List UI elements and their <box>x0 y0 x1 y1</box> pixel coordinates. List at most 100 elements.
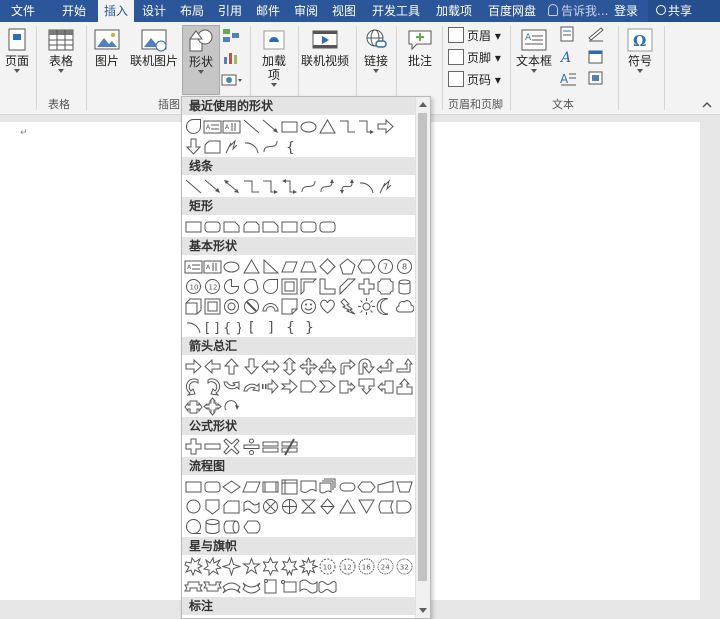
shape-bevel-icon[interactable] <box>203 297 222 316</box>
shape-curvedbl-icon[interactable] <box>338 177 357 196</box>
shape-textbox-icon[interactable]: A <box>184 257 203 276</box>
tell-me-box[interactable]: 告诉我... <box>548 0 608 22</box>
shape-n7-icon[interactable]: 7 <box>376 257 395 276</box>
tab-insert[interactable]: 插入 <box>98 0 134 24</box>
shape-wave-icon[interactable] <box>299 577 318 596</box>
shape-fc-manualop-icon[interactable] <box>395 477 414 496</box>
shape-snip-icon[interactable] <box>261 217 280 236</box>
shape-fc-delay-icon[interactable] <box>395 497 414 516</box>
screenshot-button[interactable] <box>220 71 244 89</box>
chart-button[interactable] <box>220 49 242 67</box>
shape-trap-icon[interactable] <box>299 257 318 276</box>
tab-layout[interactable]: 布局 <box>176 0 208 22</box>
shape-scribble-icon[interactable] <box>222 137 241 156</box>
shape-gear12-icon[interactable]: 12 <box>338 557 357 576</box>
shape-lbrace-icon[interactable]: { <box>280 317 299 336</box>
shape-elbowarr-icon[interactable] <box>261 177 280 196</box>
shape-leftup-icon[interactable] <box>376 357 395 376</box>
shape-rbrace-icon[interactable]: } <box>299 317 318 336</box>
shape-foldcorner-icon[interactable] <box>280 297 299 316</box>
shape-fc-tape-icon[interactable] <box>242 497 261 516</box>
symbol-button[interactable]: Ω 符号 <box>622 28 658 73</box>
shape-rtri-icon[interactable] <box>261 257 280 276</box>
shape-chevron-icon[interactable] <box>318 377 337 396</box>
textbox-button[interactable]: A 文本框 <box>514 28 554 73</box>
shape-fc-decision-icon[interactable] <box>222 477 242 496</box>
shape-explosion-icon[interactable] <box>184 557 203 576</box>
object-button[interactable] <box>586 70 606 88</box>
shape-fc-card-icon[interactable] <box>203 137 222 156</box>
shape-noteq-icon[interactable] <box>280 437 299 456</box>
shape-lbrack-icon[interactable]: [ <box>242 317 261 336</box>
footer-button[interactable]: 页脚 ▾ <box>448 48 501 68</box>
tab-design[interactable]: 设计 <box>138 0 170 22</box>
shape-curvdown-icon[interactable] <box>242 377 261 396</box>
shapes-button[interactable]: 形状 <box>182 25 220 95</box>
shape-gear16-icon[interactable]: 16 <box>357 557 376 576</box>
shape-arrowline-icon[interactable] <box>261 117 280 136</box>
shape-fc-sumjunc-icon[interactable] <box>261 497 280 516</box>
shape-star7-icon[interactable] <box>280 557 299 576</box>
tab-view[interactable]: 视图 <box>328 0 360 22</box>
shape-arc-icon[interactable] <box>242 137 261 156</box>
shape-larrow-icon[interactable] <box>203 357 222 376</box>
shape-lrarrow-icon[interactable] <box>261 357 280 376</box>
shape-ribbonUp-icon[interactable] <box>184 577 203 596</box>
shape-elbowarr-icon[interactable] <box>357 117 376 136</box>
shape-elbow-icon[interactable] <box>242 177 261 196</box>
shape-noSymbol-icon[interactable] <box>242 297 261 316</box>
shape-rrect-icon[interactable] <box>299 217 318 236</box>
shape-arc-icon[interactable] <box>357 177 376 196</box>
shape-fc-sort-icon[interactable] <box>318 497 337 516</box>
shape-divide-icon[interactable] <box>242 437 261 456</box>
shape-fc-prep-icon[interactable] <box>357 477 376 496</box>
shape-ribbonDown-icon[interactable] <box>203 577 223 596</box>
shape-curvleft-icon[interactable] <box>203 377 222 396</box>
shape-ucallout-icon[interactable] <box>395 377 414 396</box>
shape-mult-icon[interactable] <box>222 437 241 456</box>
shape-scribble-icon[interactable] <box>376 177 395 196</box>
shape-fc-disk-icon[interactable] <box>203 517 222 536</box>
shape-curve-icon[interactable] <box>261 137 280 156</box>
shape-star4-icon[interactable] <box>222 557 242 576</box>
shape-para-icon[interactable] <box>280 257 299 276</box>
shape-dblwave-icon[interactable] <box>318 577 337 596</box>
tab-references[interactable]: 引用 <box>214 0 246 22</box>
shape-bentarrow-icon[interactable] <box>338 357 357 376</box>
tab-mailings[interactable]: 邮件 <box>252 0 284 22</box>
shape-snip2-icon[interactable] <box>242 217 261 236</box>
shape-fc-collate-icon[interactable] <box>299 497 318 516</box>
shape-lbrace-icon[interactable]: { <box>280 137 299 156</box>
scroll-thumb[interactable] <box>418 113 427 581</box>
shape-rect-icon[interactable] <box>280 217 299 236</box>
shape-rarrow-icon[interactable] <box>376 117 395 136</box>
shape-plussign-icon[interactable] <box>357 277 376 296</box>
shape-curvearr-icon[interactable] <box>318 177 337 196</box>
shape-curve-icon[interactable] <box>299 177 318 196</box>
shape-lshape-icon[interactable] <box>318 277 337 296</box>
shape-fc-stored-icon[interactable] <box>376 497 395 516</box>
shape-donut-icon[interactable] <box>222 297 241 316</box>
shape-equal-icon[interactable] <box>261 437 280 456</box>
gallery-scrollbar[interactable] <box>415 97 430 618</box>
shape-tri-icon[interactable] <box>242 257 261 276</box>
shape-rarrow-icon[interactable] <box>184 357 203 376</box>
shape-elbowdbl-icon[interactable] <box>280 177 299 196</box>
shape-fc-or-icon[interactable] <box>280 497 299 516</box>
tab-addins[interactable]: 加载项 <box>430 0 478 22</box>
shape-notched-icon[interactable] <box>280 377 299 396</box>
date-time-button[interactable] <box>586 48 606 66</box>
table-button[interactable]: 表格 <box>42 28 80 73</box>
shape-diamond-icon[interactable] <box>318 257 337 276</box>
shape-rrect-icon[interactable] <box>203 217 222 236</box>
shape-curvRibbonUp-icon[interactable] <box>222 577 242 596</box>
shape-lrcallout-icon[interactable] <box>184 397 203 416</box>
page-button[interactable]: 页面 <box>2 28 32 73</box>
tab-review[interactable]: 审阅 <box>290 0 322 22</box>
shape-star8-icon[interactable] <box>299 557 319 576</box>
shape-tri-icon[interactable] <box>318 117 337 136</box>
shape-heart-icon[interactable] <box>318 297 337 316</box>
shape-fc-predef-icon[interactable] <box>261 477 280 496</box>
shape-blockarc-icon[interactable] <box>261 297 280 316</box>
shape-fc-term-icon[interactable] <box>338 477 357 496</box>
